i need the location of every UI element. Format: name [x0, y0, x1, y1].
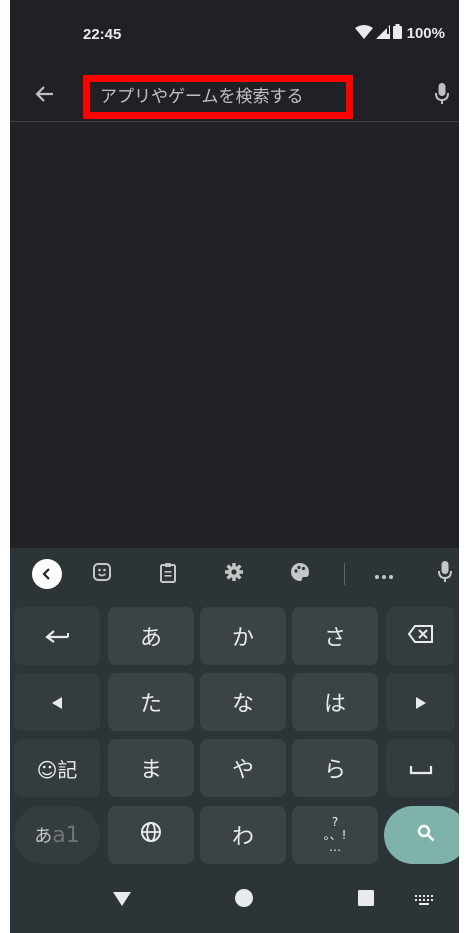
triangle-down-icon [113, 891, 131, 910]
space-key[interactable] [386, 739, 455, 797]
clipboard-button[interactable] [151, 558, 185, 590]
settings-button[interactable] [217, 558, 251, 590]
key-a[interactable]: あ [108, 607, 194, 665]
punct-question: ? [331, 815, 339, 830]
battery-percent: 100% [406, 25, 445, 42]
signal-icon [375, 24, 390, 43]
backspace-icon [407, 624, 434, 649]
wifi-icon [354, 24, 373, 43]
microphone-icon [435, 83, 449, 109]
undo-arrow-icon [44, 624, 70, 649]
more-horizontal-icon [374, 565, 394, 584]
nav-back-button[interactable] [110, 888, 134, 912]
keyboard-collapse-button[interactable] [30, 558, 64, 590]
battery-icon [392, 24, 402, 43]
search-divider [10, 121, 459, 122]
square-icon [358, 890, 374, 910]
key-ma[interactable]: ま [108, 739, 194, 797]
microphone-icon [438, 561, 452, 587]
search-icon [417, 823, 435, 848]
key-ya[interactable]: や [200, 739, 286, 797]
key-ha[interactable]: は [292, 673, 378, 731]
cursor-right-key[interactable] [386, 673, 455, 731]
voice-search-button[interactable] [428, 80, 456, 112]
back-button[interactable] [28, 80, 60, 112]
clipboard-icon [159, 562, 177, 587]
key-ta[interactable]: た [108, 673, 194, 731]
triangle-right-icon [415, 690, 426, 715]
punctuation-key[interactable]: ? 。、! … [292, 806, 378, 864]
undo-key[interactable] [14, 607, 100, 665]
key-wa[interactable]: わ [200, 806, 286, 864]
palette-icon [290, 562, 310, 586]
arrow-left-icon [34, 85, 54, 107]
key-ra[interactable]: ら [292, 739, 378, 797]
language-key[interactable] [108, 806, 194, 864]
sticker-icon [92, 562, 112, 586]
nav-home-button[interactable] [232, 888, 256, 912]
keyboard-switch-button[interactable] [414, 888, 434, 912]
theme-button[interactable] [283, 558, 317, 590]
mode-label-alnum: a1 [52, 822, 80, 848]
key-ka[interactable]: か [200, 607, 286, 665]
key-na[interactable]: な [200, 673, 286, 731]
cursor-left-key[interactable] [14, 673, 100, 731]
triangle-left-icon [52, 690, 62, 715]
globe-icon [140, 821, 162, 849]
status-indicators: 100% [354, 24, 445, 43]
emoji-symbol-key[interactable]: ☺記 [14, 739, 100, 797]
nav-recents-button[interactable] [354, 888, 378, 912]
mode-label-kana: あ [34, 826, 53, 847]
more-options-button[interactable] [367, 558, 401, 590]
circle-icon [234, 888, 254, 912]
keyboard-icon [414, 891, 434, 910]
status-time: 22:45 [83, 26, 122, 43]
chevron-left-icon [32, 559, 62, 589]
toolbar-divider [344, 563, 345, 585]
search-key[interactable] [384, 806, 459, 864]
keyboard-mic-button[interactable] [434, 558, 456, 590]
punct-ellipsis: … [329, 840, 341, 855]
keyboard-toolbar [10, 548, 459, 600]
gear-icon [224, 562, 244, 586]
backspace-key[interactable] [386, 607, 455, 665]
space-bar-icon [409, 756, 433, 781]
sticker-button[interactable] [85, 558, 119, 590]
status-bar: 22:45 100% [10, 0, 459, 72]
input-mode-key[interactable]: あ a1 [14, 806, 100, 864]
phone-screen: 22:45 100% アプリやゲームを検索する あ か さ た な は ☺記 ま… [10, 0, 459, 933]
navigation-bar [10, 868, 459, 933]
search-input[interactable] [83, 75, 353, 119]
search-bar [10, 72, 459, 122]
key-sa[interactable]: さ [292, 607, 378, 665]
